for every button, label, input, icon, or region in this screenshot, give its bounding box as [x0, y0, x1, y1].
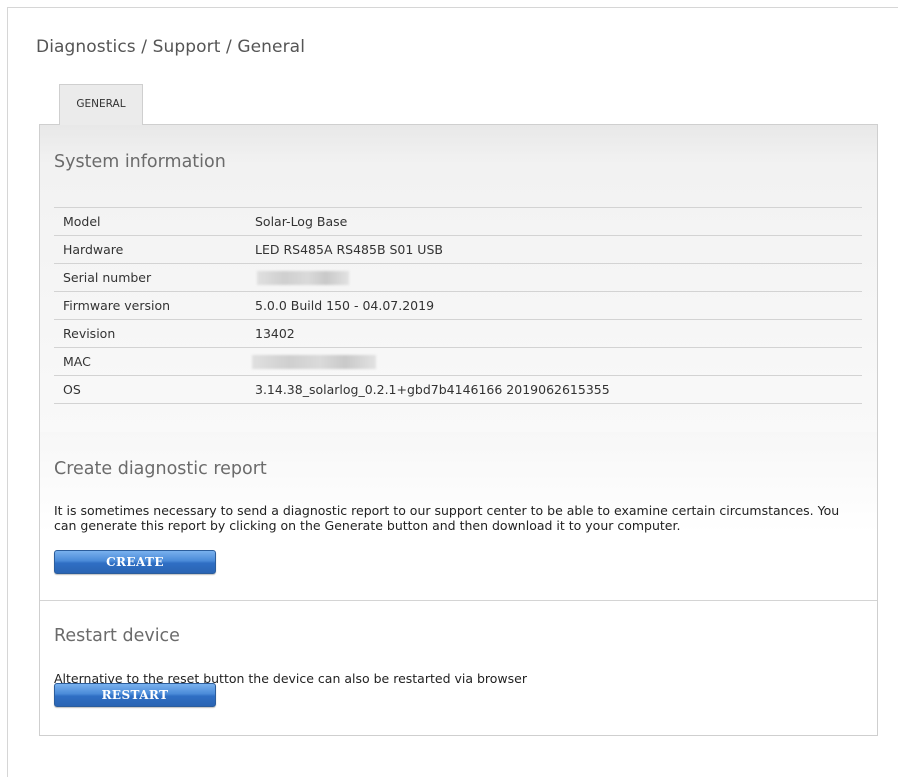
- table-row: Revision 13402: [54, 319, 862, 348]
- info-key: Hardware: [54, 235, 246, 264]
- redacted-serial-number: [257, 271, 349, 286]
- info-key: MAC: [54, 347, 246, 376]
- info-key: Revision: [54, 319, 246, 348]
- info-key: OS: [54, 375, 246, 404]
- info-value: 3.14.38_solarlog_0.2.1+gbd7b4146166 2019…: [246, 375, 862, 404]
- info-key: Firmware version: [54, 291, 246, 320]
- info-value: [246, 263, 862, 292]
- info-value: Solar-Log Base: [246, 207, 862, 236]
- diagnostic-report-title: Create diagnostic report: [54, 459, 267, 479]
- restart-button[interactable]: RESTART: [54, 683, 216, 707]
- info-value: LED RS485A RS485B S01 USB: [246, 235, 862, 264]
- table-row: Serial number: [54, 263, 862, 292]
- breadcrumb: Diagnostics / Support / General: [36, 37, 306, 57]
- table-row: MAC: [54, 347, 862, 376]
- table-row: Model Solar-Log Base: [54, 207, 862, 236]
- redacted-mac-address: [252, 355, 376, 370]
- info-value: 5.0.0 Build 150 - 04.07.2019: [246, 291, 862, 320]
- table-row: Firmware version 5.0.0 Build 150 - 04.07…: [54, 291, 862, 320]
- restart-device-title: Restart device: [54, 626, 180, 646]
- diagnostic-report-section: Create diagnostic report It is sometimes…: [40, 432, 877, 601]
- info-key: Serial number: [54, 263, 246, 292]
- table-row: OS 3.14.38_solarlog_0.2.1+gbd7b4146166 2…: [54, 375, 862, 404]
- create-button[interactable]: CREATE: [54, 550, 216, 574]
- info-value: 13402: [246, 319, 862, 348]
- table-row: Hardware LED RS485A RS485B S01 USB: [54, 235, 862, 264]
- general-panel: System information Model Solar-Log Base …: [39, 124, 878, 736]
- system-information-section: System information Model Solar-Log Base …: [40, 125, 877, 433]
- diagnostic-report-description: It is sometimes necessary to send a diag…: [54, 503, 840, 533]
- system-information-title: System information: [54, 152, 226, 172]
- tab-general[interactable]: GENERAL: [59, 84, 143, 125]
- restart-device-section: Restart device Alternative to the reset …: [40, 601, 877, 735]
- info-value: [246, 347, 862, 376]
- info-key: Model: [54, 207, 246, 236]
- system-information-table: Model Solar-Log Base Hardware LED RS485A…: [54, 207, 862, 404]
